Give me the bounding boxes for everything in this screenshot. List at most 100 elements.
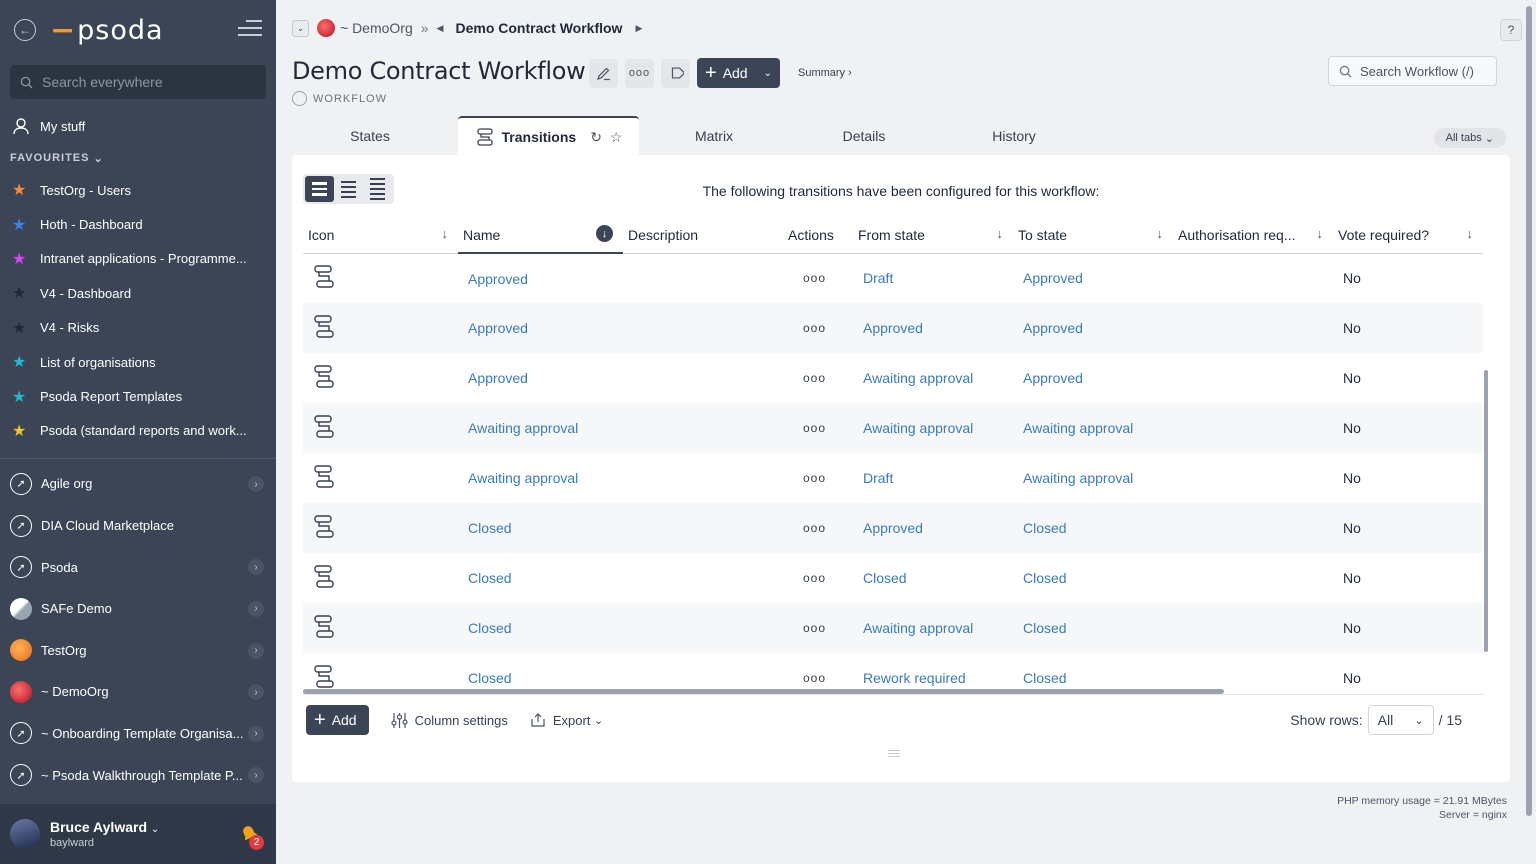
transition-name-link[interactable]: Awaiting approval — [468, 470, 578, 486]
org-item[interactable]: ➚ ~ Psoda Walkthrough Template P... › — [0, 754, 276, 796]
refresh-icon[interactable]: ↻ — [590, 129, 602, 146]
collapse-sidebar-icon[interactable] — [238, 20, 262, 38]
transition-name-link[interactable]: Awaiting approval — [468, 420, 578, 436]
column-header-from-state[interactable]: From state ↓ — [853, 217, 1013, 254]
favourite-item[interactable]: ★ Psoda (standard reports and work... — [0, 414, 276, 448]
breadcrumb-org-link[interactable]: ~ DemoOrg — [340, 20, 413, 36]
table-row[interactable]: Closed ooo Awaiting approval Closed No — [303, 603, 1483, 653]
from-state-link[interactable]: Awaiting approval — [863, 370, 973, 386]
from-state-link[interactable]: Draft — [863, 470, 893, 486]
notifications-bell-icon[interactable]: 2 — [238, 822, 264, 850]
row-actions-icon[interactable]: ooo — [783, 503, 853, 553]
favourite-item[interactable]: ★ V4 - Risks — [0, 311, 276, 345]
my-stuff-link[interactable]: My stuff — [0, 109, 276, 143]
row-actions-icon[interactable]: ooo — [783, 453, 853, 503]
tab-history[interactable]: History — [949, 116, 1079, 156]
chevron-right-icon[interactable]: › — [248, 767, 264, 784]
transition-name-link[interactable]: Closed — [468, 670, 512, 686]
row-actions-icon[interactable]: ooo — [783, 253, 853, 303]
favourite-item[interactable]: ★ List of organisations — [0, 345, 276, 379]
chevron-right-icon[interactable]: › — [248, 725, 264, 742]
caret-right-icon[interactable]: ▶ — [635, 23, 642, 34]
column-settings-button[interactable]: Column settings — [391, 712, 508, 729]
org-item[interactable]: ~ DemoOrg › — [0, 671, 276, 713]
org-item[interactable]: ➚ DIA Cloud Marketplace — [0, 505, 276, 547]
to-state-link[interactable]: Closed — [1023, 620, 1067, 636]
org-item[interactable]: TestOrg › — [0, 630, 276, 672]
column-header-name[interactable]: Name ↓ — [458, 217, 623, 254]
favourite-item[interactable]: ★ Intranet applications - Programme... — [0, 242, 276, 276]
star-outline-icon[interactable]: ☆ — [610, 129, 623, 146]
chevron-right-icon[interactable]: › — [248, 600, 264, 617]
row-actions-icon[interactable]: ooo — [783, 553, 853, 603]
from-state-link[interactable]: Approved — [863, 320, 923, 336]
chevron-right-icon[interactable]: › — [248, 642, 264, 659]
tab-details[interactable]: Details — [799, 116, 929, 156]
row-actions-icon[interactable]: ooo — [783, 303, 853, 353]
column-header-authorisation[interactable]: Authorisation req... ↓ — [1173, 217, 1333, 254]
favourite-item[interactable]: ★ TestOrg - Users — [0, 173, 276, 207]
from-state-link[interactable]: Awaiting approval — [863, 420, 973, 436]
chevron-right-icon[interactable]: › — [248, 559, 264, 576]
table-row[interactable]: Awaiting approval ooo Draft Awaiting app… — [303, 453, 1483, 503]
from-state-link[interactable]: Awaiting approval — [863, 620, 973, 636]
org-item[interactable]: ➚ Agile org › — [0, 463, 276, 505]
from-state-link[interactable]: Draft — [863, 270, 893, 286]
table-row[interactable]: Closed ooo Approved Closed No — [303, 503, 1483, 553]
caret-left-icon[interactable]: ◀ — [437, 23, 444, 34]
tab-states[interactable]: States — [292, 116, 448, 156]
column-header-icon[interactable]: Icon ↓ — [303, 217, 458, 254]
favourite-item[interactable]: ★ V4 - Dashboard — [0, 276, 276, 310]
add-button[interactable]: + Add ⌄ — [697, 58, 780, 88]
table-vertical-scrollbar[interactable] — [1484, 370, 1488, 652]
tab-matrix[interactable]: Matrix — [649, 116, 779, 156]
transition-name-link[interactable]: Approved — [468, 320, 528, 336]
transition-name-link[interactable]: Closed — [468, 520, 512, 536]
to-state-link[interactable]: Closed — [1023, 520, 1067, 536]
row-actions-icon[interactable]: ooo — [783, 603, 853, 653]
transition-name-link[interactable]: Closed — [468, 570, 512, 586]
user-bar[interactable]: Bruce Aylward ⌄ baylward 2 — [0, 804, 276, 864]
chevron-right-icon[interactable]: › — [248, 684, 264, 701]
column-header-to-state[interactable]: To state ↓ — [1013, 217, 1173, 254]
from-state-link[interactable]: Closed — [863, 570, 907, 586]
column-header-description[interactable]: Description — [623, 217, 783, 254]
to-state-link[interactable]: Approved — [1023, 270, 1083, 286]
psoda-logo[interactable]: − psoda — [50, 13, 164, 48]
from-state-link[interactable]: Approved — [863, 520, 923, 536]
more-actions-icon[interactable]: ooo — [625, 58, 654, 88]
tab-transitions[interactable]: Transitions ↻ ☆ — [458, 116, 639, 156]
export-dropdown[interactable]: Export ⌄ — [530, 712, 603, 728]
transition-name-link[interactable]: Approved — [468, 370, 528, 386]
table-horizontal-scrollbar[interactable] — [303, 689, 1224, 694]
add-transition-button[interactable]: + Add — [306, 705, 369, 735]
table-row[interactable]: Approved ooo Approved Approved No — [303, 303, 1483, 353]
page-scrollbar[interactable] — [1522, 0, 1536, 864]
page-scrollbar-thumb[interactable] — [1526, 6, 1532, 816]
row-actions-icon[interactable]: ooo — [783, 403, 853, 453]
table-row[interactable]: Awaiting approval ooo Awaiting approval … — [303, 403, 1483, 453]
org-item[interactable]: ➚ Psoda › — [0, 546, 276, 588]
org-item[interactable]: SAFe Demo › — [0, 588, 276, 630]
help-button[interactable]: ? — [1500, 19, 1522, 41]
transition-name-link[interactable]: Closed — [468, 620, 512, 636]
org-item[interactable]: ➚ ~ Onboarding Template Organisa... › — [0, 713, 276, 755]
breadcrumb-toggle-chevron-icon[interactable]: ⌄ — [292, 19, 309, 37]
to-state-link[interactable]: Closed — [1023, 670, 1067, 686]
table-row[interactable]: Closed ooo Rework required Closed No — [303, 653, 1483, 693]
edit-pencil-icon[interactable] — [589, 58, 618, 88]
to-state-link[interactable]: Awaiting approval — [1023, 420, 1133, 436]
favourites-header[interactable]: FAVOURITES ⌄ — [0, 143, 276, 173]
workflow-search-input[interactable]: Search Workflow (/) — [1328, 56, 1497, 86]
tag-icon[interactable] — [661, 58, 690, 88]
from-state-link[interactable]: Rework required — [863, 670, 966, 686]
resize-grip-icon[interactable] — [888, 750, 900, 759]
table-row[interactable]: Approved ooo Draft Approved No — [303, 253, 1483, 303]
favourite-item[interactable]: ★ Psoda Report Templates — [0, 379, 276, 413]
show-rows-select[interactable]: All ⌄ — [1367, 705, 1434, 735]
to-state-link[interactable]: Closed — [1023, 570, 1067, 586]
column-header-vote-required[interactable]: Vote required? ↓ — [1333, 217, 1483, 254]
row-actions-icon[interactable]: ooo — [783, 353, 853, 403]
table-row[interactable]: Approved ooo Awaiting approval Approved … — [303, 353, 1483, 403]
all-tabs-dropdown[interactable]: All tabs ⌄ — [1433, 128, 1506, 148]
